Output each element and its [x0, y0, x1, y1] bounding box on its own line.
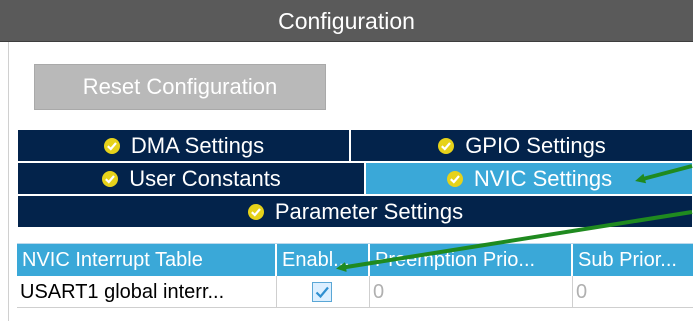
- table-cell-sub-priority[interactable]: 0: [573, 276, 693, 308]
- reset-configuration-button[interactable]: Reset Configuration: [34, 64, 326, 110]
- tab-user-constants[interactable]: User Constants: [17, 162, 365, 195]
- column-header-preemption-priority[interactable]: Preemption Prio...: [370, 244, 573, 276]
- column-header-sub-priority[interactable]: Sub Prior...: [573, 244, 693, 276]
- panel-left-edge: [0, 42, 9, 321]
- title-bar: Configuration: [0, 0, 693, 42]
- column-header-interrupt[interactable]: NVIC Interrupt Table: [17, 244, 277, 276]
- table-cell-enabled: [277, 276, 370, 308]
- tab-label: User Constants: [129, 165, 281, 191]
- tab-parameter-settings[interactable]: Parameter Settings: [17, 195, 693, 228]
- check-circle-icon: [103, 137, 121, 155]
- tab-gpio-settings[interactable]: GPIO Settings: [350, 129, 693, 162]
- check-circle-icon: [446, 170, 464, 188]
- table-cell-preemption-priority[interactable]: 0: [370, 276, 573, 308]
- check-circle-icon: [247, 203, 265, 221]
- check-circle-icon: [101, 170, 119, 188]
- table-cell-interrupt[interactable]: USART1 global interr...: [17, 276, 277, 308]
- window-title: Configuration: [278, 8, 415, 34]
- tab-nvic-settings[interactable]: NVIC Settings: [365, 162, 693, 195]
- tab-label: Parameter Settings: [274, 198, 464, 224]
- column-header-enabled[interactable]: Enabl...: [277, 244, 370, 276]
- tab-label: DMA Settings: [130, 132, 265, 158]
- check-circle-icon: [437, 137, 455, 155]
- tab-label: GPIO Settings: [465, 132, 606, 158]
- tab-dma-settings[interactable]: DMA Settings: [17, 129, 350, 162]
- nvic-interrupt-table: NVIC Interrupt Table Enabl... Preemption…: [17, 243, 693, 308]
- enabled-checkbox[interactable]: [312, 282, 332, 302]
- tab-label: NVIC Settings: [473, 165, 613, 191]
